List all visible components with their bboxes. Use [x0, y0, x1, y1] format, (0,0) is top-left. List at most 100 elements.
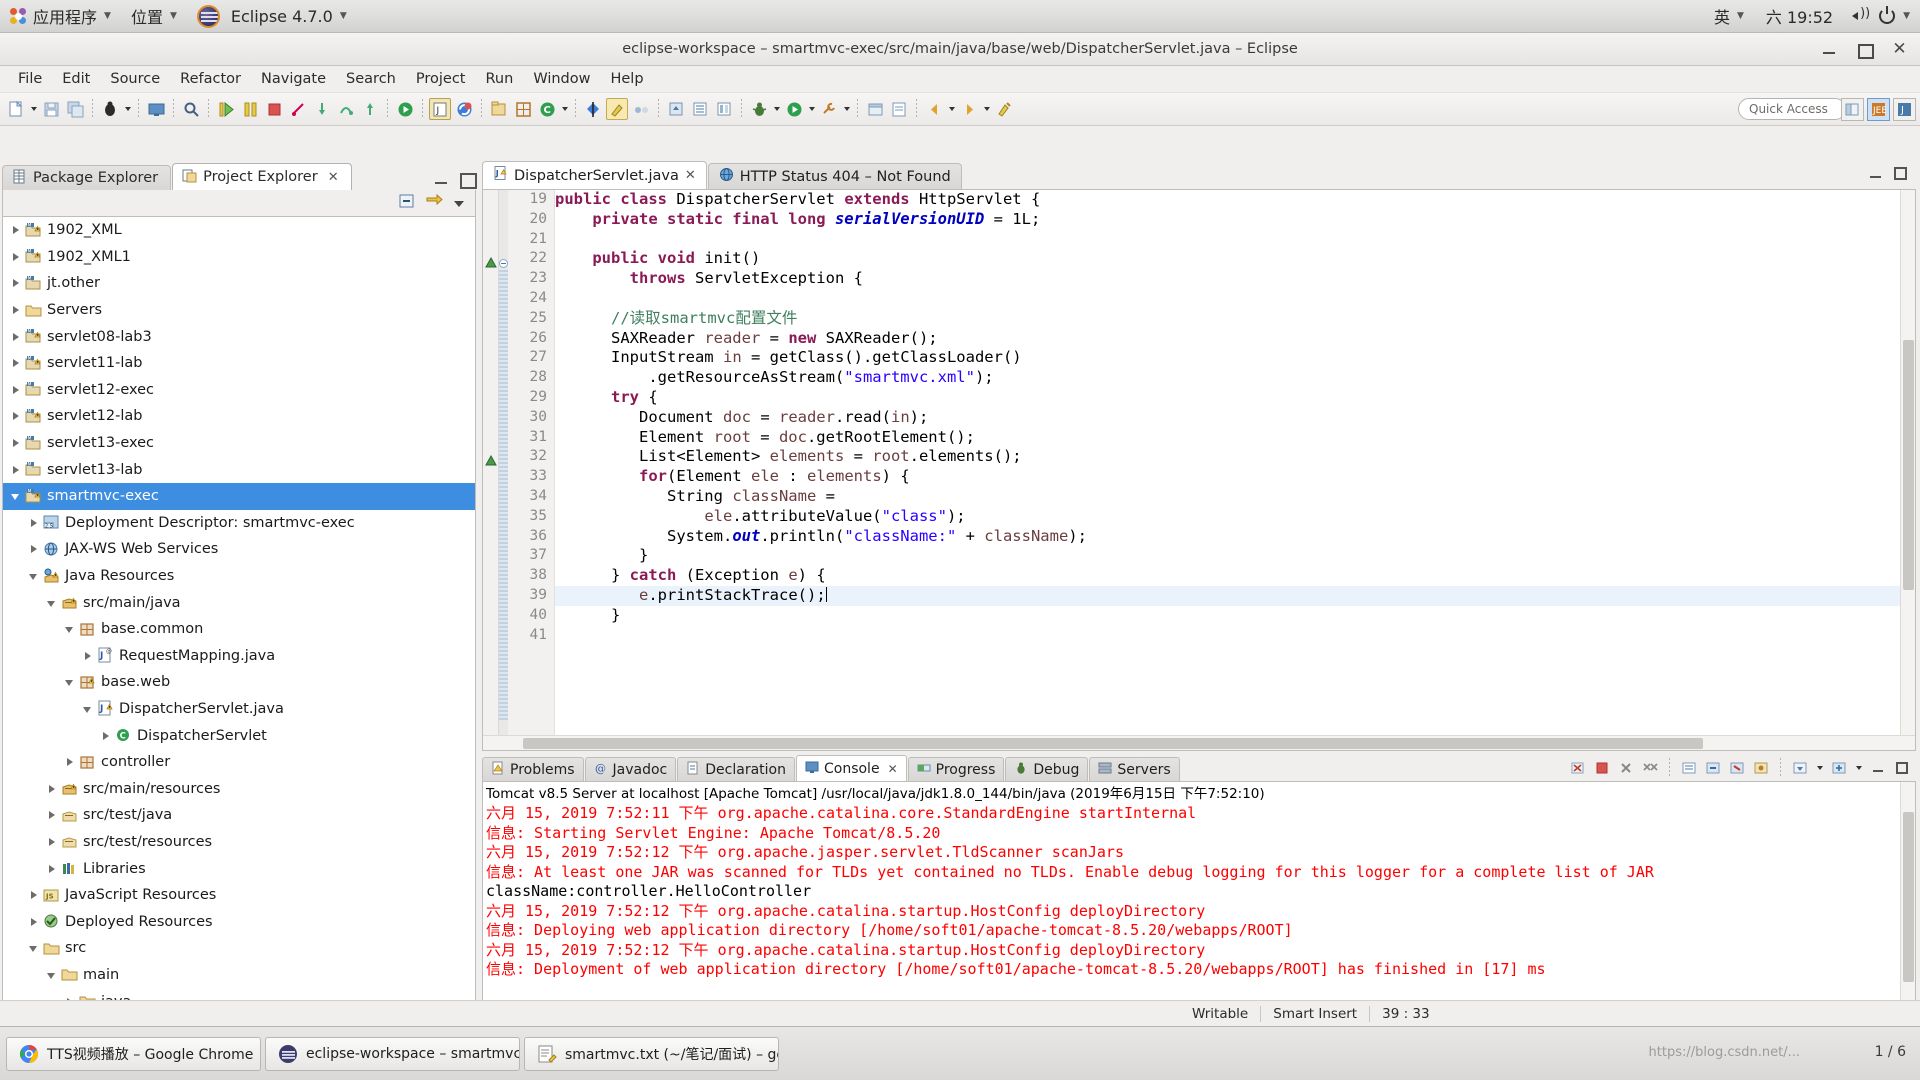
editor-tab-dispatcherservlet-java[interactable]: J DispatcherServlet.java ✕	[482, 161, 707, 189]
tree-item-servlet13-exec[interactable]: Mservlet13-exec	[3, 430, 475, 457]
code-line[interactable]: } catch (Exception e) {	[555, 566, 1900, 586]
last-edit-location-icon[interactable]	[993, 98, 1015, 120]
menu-file[interactable]: File	[8, 68, 52, 90]
chevron-right-icon[interactable]	[27, 888, 41, 902]
suspend-icon[interactable]	[239, 98, 261, 120]
tree-item-servlet13-lab[interactable]: Mservlet13-lab	[3, 456, 475, 483]
tree-item-controller[interactable]: controller	[3, 749, 475, 776]
console-maximize-icon[interactable]	[1892, 758, 1912, 778]
warning-marker-icon[interactable]	[485, 451, 497, 466]
menu-project[interactable]: Project	[406, 68, 476, 90]
new-package-icon[interactable]	[512, 98, 534, 120]
highlight-icon[interactable]	[606, 98, 628, 120]
console-dropdown-caret[interactable]	[1814, 757, 1825, 779]
code-line[interactable]: //读取smartmvc配置文件	[555, 309, 1900, 329]
tree-item-base-web[interactable]: base.web	[3, 669, 475, 696]
tree-item-jt-other[interactable]: Mjt.other	[3, 270, 475, 297]
code-line[interactable]: }	[555, 546, 1900, 566]
toggle-breadcrumb-icon[interactable]	[630, 98, 652, 120]
clock[interactable]: 六 19:52	[1754, 4, 1845, 28]
run-history-caret[interactable]	[806, 98, 817, 120]
code-line[interactable]: Document doc = reader.read(in);	[555, 408, 1900, 428]
resume-icon[interactable]	[215, 98, 237, 120]
new-console-view-icon[interactable]	[1829, 758, 1849, 778]
menu-refactor[interactable]: Refactor	[170, 68, 251, 90]
open-type-icon[interactable]: J	[429, 98, 451, 120]
previous-annotation-icon[interactable]	[665, 98, 687, 120]
maximize-button[interactable]	[1856, 41, 1874, 59]
scroll-lock-icon[interactable]	[1679, 758, 1699, 778]
console-tab-debug[interactable]: Debug	[1005, 757, 1089, 781]
chevron-down-icon[interactable]	[27, 569, 41, 583]
tree-item-base-common[interactable]: base.common	[3, 616, 475, 643]
places-menu[interactable]: 位置 ▼	[121, 0, 187, 32]
step-return-icon[interactable]	[359, 98, 381, 120]
show-console-on-output-icon[interactable]	[1703, 758, 1723, 778]
code-line[interactable]: public class DispatcherServlet extends H…	[555, 190, 1900, 210]
chevron-right-icon[interactable]	[45, 862, 59, 876]
chevron-right-icon[interactable]	[81, 649, 95, 663]
editor-vertical-scrollbar[interactable]	[1900, 190, 1915, 750]
tree-item-javascript-resources[interactable]: JS JavaScript Resources	[3, 882, 475, 909]
view-tab-package-explorer[interactable]: Package Explorer	[2, 165, 172, 190]
open-outline-icon[interactable]	[713, 98, 735, 120]
forward-history-caret[interactable]	[981, 98, 992, 120]
console-tab-declaration[interactable]: Declaration	[677, 757, 795, 781]
editor-code[interactable]: public class DispatcherServlet extends H…	[555, 190, 1900, 750]
code-line[interactable]: String className =	[555, 487, 1900, 507]
forward-icon[interactable]	[958, 98, 980, 120]
tree-item-main[interactable]: main	[3, 962, 475, 989]
chevron-right-icon[interactable]	[45, 835, 59, 849]
editor-marker-bar[interactable]	[483, 190, 499, 750]
power-icon[interactable]	[1879, 6, 1896, 24]
close-button[interactable]: ✕	[1891, 40, 1908, 58]
tree-item-1902-xml[interactable]: M 1902_XML	[3, 217, 475, 244]
remove-launch-icon[interactable]	[1616, 758, 1636, 778]
new-dropdown-caret[interactable]	[28, 98, 39, 120]
view-menu-icon[interactable]	[453, 194, 465, 213]
menu-source[interactable]: Source	[100, 68, 170, 90]
tree-item-smartmvc-exec[interactable]: Msmartmvc-exec	[3, 482, 475, 510]
terminate-console-icon[interactable]	[1592, 758, 1612, 778]
quick-access-field[interactable]: Quick Access	[1738, 98, 1846, 120]
tree-item-src-test-java[interactable]: src/test/java	[3, 802, 475, 829]
debug-dropdown-caret[interactable]	[122, 98, 133, 120]
chevron-right-icon[interactable]	[9, 383, 23, 397]
code-line[interactable]: throws ServletException {	[555, 269, 1900, 289]
tree-item-servlet11-lab[interactable]: Mservlet11-lab	[3, 350, 475, 377]
code-line[interactable]: .getResourceAsStream("smartmvc.xml");	[555, 368, 1900, 388]
chevron-right-icon[interactable]	[9, 356, 23, 370]
run-last-tool-icon[interactable]	[394, 98, 416, 120]
chevron-right-icon[interactable]	[9, 276, 23, 290]
editor-horizontal-scrollbar[interactable]	[483, 735, 1915, 750]
menu-help[interactable]: Help	[600, 68, 653, 90]
remove-all-launches-icon[interactable]	[1640, 758, 1660, 778]
code-line[interactable]: public void init()	[555, 249, 1900, 269]
code-line[interactable]: try {	[555, 388, 1900, 408]
tree-item-src-test-resources[interactable]: src/test/resources	[3, 829, 475, 856]
tree-item-jax-ws-web-services[interactable]: JAX-WS Web Services	[3, 536, 475, 563]
chevron-down-icon[interactable]	[27, 941, 41, 955]
tree-item-1902-xml1[interactable]: M 1902_XML1	[3, 244, 475, 271]
new-class-dropdown-caret[interactable]	[559, 98, 570, 120]
close-icon[interactable]: ✕	[685, 168, 696, 183]
code-line[interactable]: SAXReader reader = new SAXReader();	[555, 329, 1900, 349]
menu-window[interactable]: Window	[523, 68, 600, 90]
menu-navigate[interactable]: Navigate	[251, 68, 336, 90]
chevron-right-icon[interactable]	[27, 542, 41, 556]
input-method-indicator[interactable]: 英 ▼	[1704, 0, 1754, 32]
chevron-right-icon[interactable]	[9, 463, 23, 477]
chevron-right-icon[interactable]	[99, 729, 113, 743]
debug-icon[interactable]	[99, 98, 121, 120]
view-tab-project-explorer[interactable]: Project Explorer ✕	[172, 163, 352, 190]
tree-item-libraries[interactable]: Libraries	[3, 855, 475, 882]
editor-folding-bar[interactable]	[499, 190, 508, 750]
code-line[interactable]: InputStream in = getClass().getClassLoad…	[555, 348, 1900, 368]
step-into-icon[interactable]	[311, 98, 333, 120]
code-line[interactable]: private static final long serialVersionU…	[555, 210, 1900, 230]
tree-item-dispatcherservlet-java[interactable]: J DispatcherServlet.java	[3, 696, 475, 723]
chevron-down-icon[interactable]: ▼	[1903, 11, 1910, 21]
open-perspective-button[interactable]	[1841, 98, 1864, 121]
console-tab-problems[interactable]: Problems	[482, 757, 584, 781]
back-history-caret[interactable]	[946, 98, 957, 120]
